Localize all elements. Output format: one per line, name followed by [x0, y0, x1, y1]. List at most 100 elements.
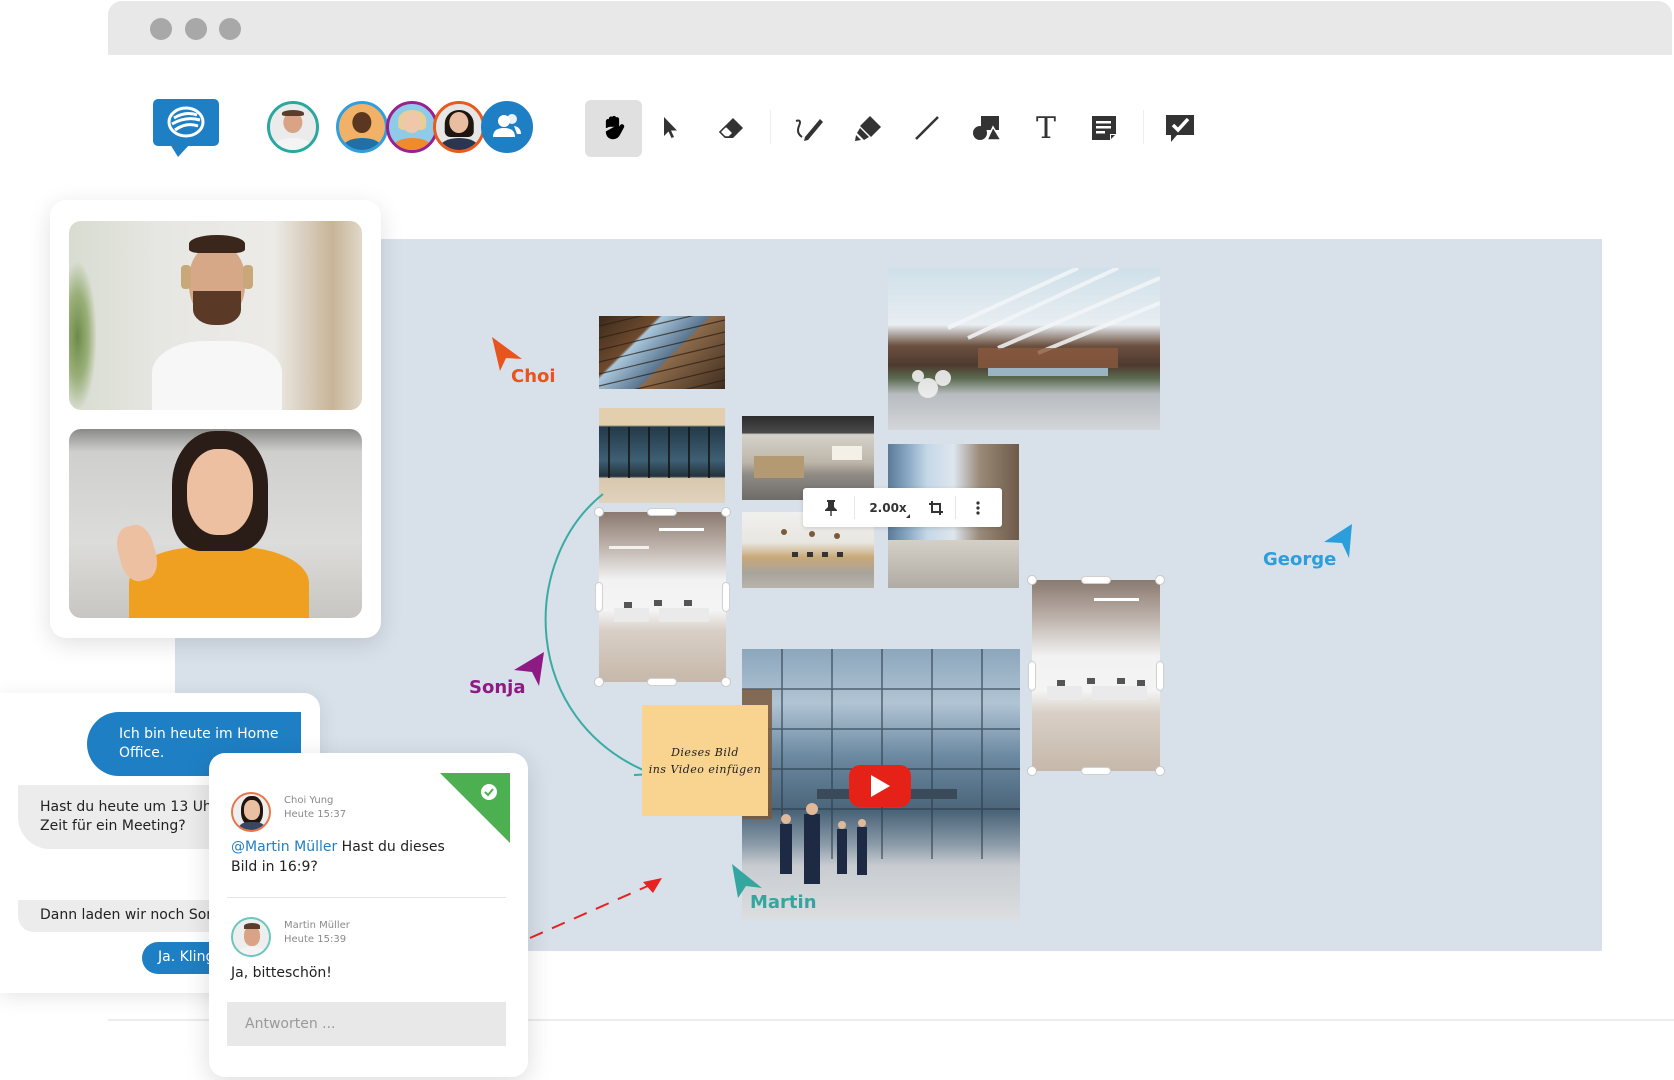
resize-handle-se[interactable]	[721, 677, 731, 687]
youtube-play-icon	[871, 775, 890, 797]
toolbar-separator	[854, 496, 855, 519]
comment-thread-card: Choi Yung Heute 15:37 @Martin Müller Has…	[209, 753, 528, 1077]
resize-handle-sw[interactable]	[1027, 766, 1037, 776]
pin-icon	[825, 499, 837, 516]
sticky-note[interactable]: Dieses Bild ins Video einfügen	[642, 705, 768, 816]
shapes-icon	[973, 116, 1003, 141]
resize-handle-ne[interactable]	[721, 507, 731, 517]
pavement	[888, 540, 1019, 588]
chat-message-text: Ja. Kling	[158, 949, 215, 965]
cursor-arrow-icon	[664, 117, 677, 138]
hand-icon	[605, 115, 625, 140]
resize-handle-nw[interactable]	[594, 507, 604, 517]
tool-select[interactable]	[650, 108, 690, 148]
resolved-corner-badge[interactable]	[440, 773, 510, 843]
participant-avatar-choi[interactable]	[433, 101, 485, 153]
comment-text: Hast du dieses	[337, 839, 445, 855]
reply-input[interactable]	[227, 1002, 506, 1046]
chat-message-text: Ich bin heute im Home	[119, 726, 279, 742]
sticky-note-text: Dieses Bild ins Video einfügen	[649, 744, 762, 778]
logo-tail	[170, 144, 190, 157]
participant-avatar-sonja[interactable]	[386, 101, 438, 153]
image-building-exterior[interactable]	[888, 268, 1160, 430]
window-minimize-dot[interactable]	[185, 18, 207, 40]
comment-body: @Martin Müller Hast du dieses Bild in 16…	[231, 837, 511, 877]
comment-body: Ja, bitteschön!	[231, 965, 332, 981]
resize-handle-n[interactable]	[647, 508, 677, 516]
tool-pen[interactable]	[789, 108, 829, 148]
cursor-label-martin: Martin	[750, 892, 817, 913]
sticky-note-icon	[1092, 116, 1116, 140]
chat-message-text: Dann laden wir noch Son	[40, 907, 216, 923]
more-options-button[interactable]	[961, 488, 995, 527]
resize-handle-e[interactable]	[722, 582, 730, 612]
resize-handle-se[interactable]	[1155, 766, 1165, 776]
pin-button[interactable]	[813, 488, 849, 527]
image-glass-doors[interactable]	[599, 408, 725, 503]
youtube-play-button[interactable]	[849, 765, 911, 807]
chat-message-text: Hast du heute um 13 Uhr	[40, 799, 218, 815]
app-logo[interactable]	[153, 99, 219, 146]
line-icon	[915, 116, 939, 140]
toolbar-separator	[770, 110, 771, 144]
resize-handle-w[interactable]	[1028, 661, 1036, 691]
video-tile-choi[interactable]	[69, 429, 362, 618]
plant-decoration	[69, 261, 97, 410]
participants-button[interactable]	[481, 101, 533, 153]
resize-handle-nw[interactable]	[1027, 575, 1037, 585]
wall-frames	[832, 446, 862, 460]
cursor-label-choi: Choi	[511, 366, 556, 387]
resize-handle-w[interactable]	[595, 582, 603, 612]
office-pattern	[1047, 598, 1147, 700]
more-vertical-icon	[976, 500, 980, 515]
zoom-level-dropdown[interactable]: 2.00x	[858, 488, 918, 527]
tool-text[interactable]: T	[1026, 108, 1066, 148]
resize-handle-s[interactable]	[647, 678, 677, 686]
video-call-panel	[50, 200, 381, 638]
tool-eraser[interactable]	[711, 108, 751, 148]
door-frames	[608, 427, 710, 478]
eraser-icon	[718, 118, 743, 138]
toolbar-separator	[1143, 110, 1144, 144]
comment-author: Choi Yung	[284, 795, 334, 806]
participant-avatar-martin[interactable]	[267, 101, 319, 153]
zoom-level-value: 2.00x	[869, 500, 907, 515]
comment-mention-link[interactable]: @Martin Müller	[231, 839, 337, 855]
resize-handle-sw[interactable]	[594, 677, 604, 687]
tool-shapes[interactable]	[967, 108, 1007, 148]
sticky-note-line-2: ins Video einfügen	[648, 762, 762, 776]
crop-icon	[929, 500, 943, 515]
tool-sticky-note[interactable]	[1084, 108, 1124, 148]
cursor-label-george: George	[1263, 549, 1337, 570]
text-icon: T	[1035, 110, 1056, 146]
person-shirt	[152, 341, 282, 410]
image-bright-office-left[interactable]	[599, 512, 726, 682]
tool-line[interactable]	[907, 108, 947, 148]
toolbar-separator	[955, 496, 956, 519]
office-pattern	[609, 528, 709, 622]
tool-highlighter[interactable]	[848, 108, 888, 148]
resize-handle-ne[interactable]	[1155, 575, 1165, 585]
resize-handle-n[interactable]	[1081, 576, 1111, 584]
chat-message-incoming: Hast du heute um 13 Uhr Zeit für ein Mee…	[18, 785, 218, 849]
crop-button[interactable]	[921, 488, 951, 527]
resize-handle-s[interactable]	[1081, 767, 1111, 775]
comment-timestamp: Heute 15:39	[284, 934, 347, 945]
image-entrance-video[interactable]	[742, 649, 1020, 920]
window-titlebar	[108, 1, 1672, 55]
comment-check-icon	[1166, 115, 1194, 142]
skylight-pattern	[599, 316, 725, 389]
chat-message-text: Zeit für ein Meeting?	[40, 818, 186, 834]
building-pattern	[912, 268, 1160, 398]
chat-message-incoming: Dann laden wir noch Son	[18, 900, 218, 932]
image-bright-office-right[interactable]	[1032, 580, 1160, 771]
window-maximize-dot[interactable]	[219, 18, 241, 40]
image-skylight[interactable]	[599, 316, 725, 389]
highlighter-icon	[855, 116, 881, 141]
tool-comment-check[interactable]	[1160, 108, 1200, 148]
video-tile-martin[interactable]	[69, 221, 362, 410]
window-close-dot[interactable]	[150, 18, 172, 40]
participant-avatar-george[interactable]	[336, 101, 388, 153]
tool-hand[interactable]	[594, 108, 634, 148]
resize-handle-e[interactable]	[1156, 661, 1164, 691]
